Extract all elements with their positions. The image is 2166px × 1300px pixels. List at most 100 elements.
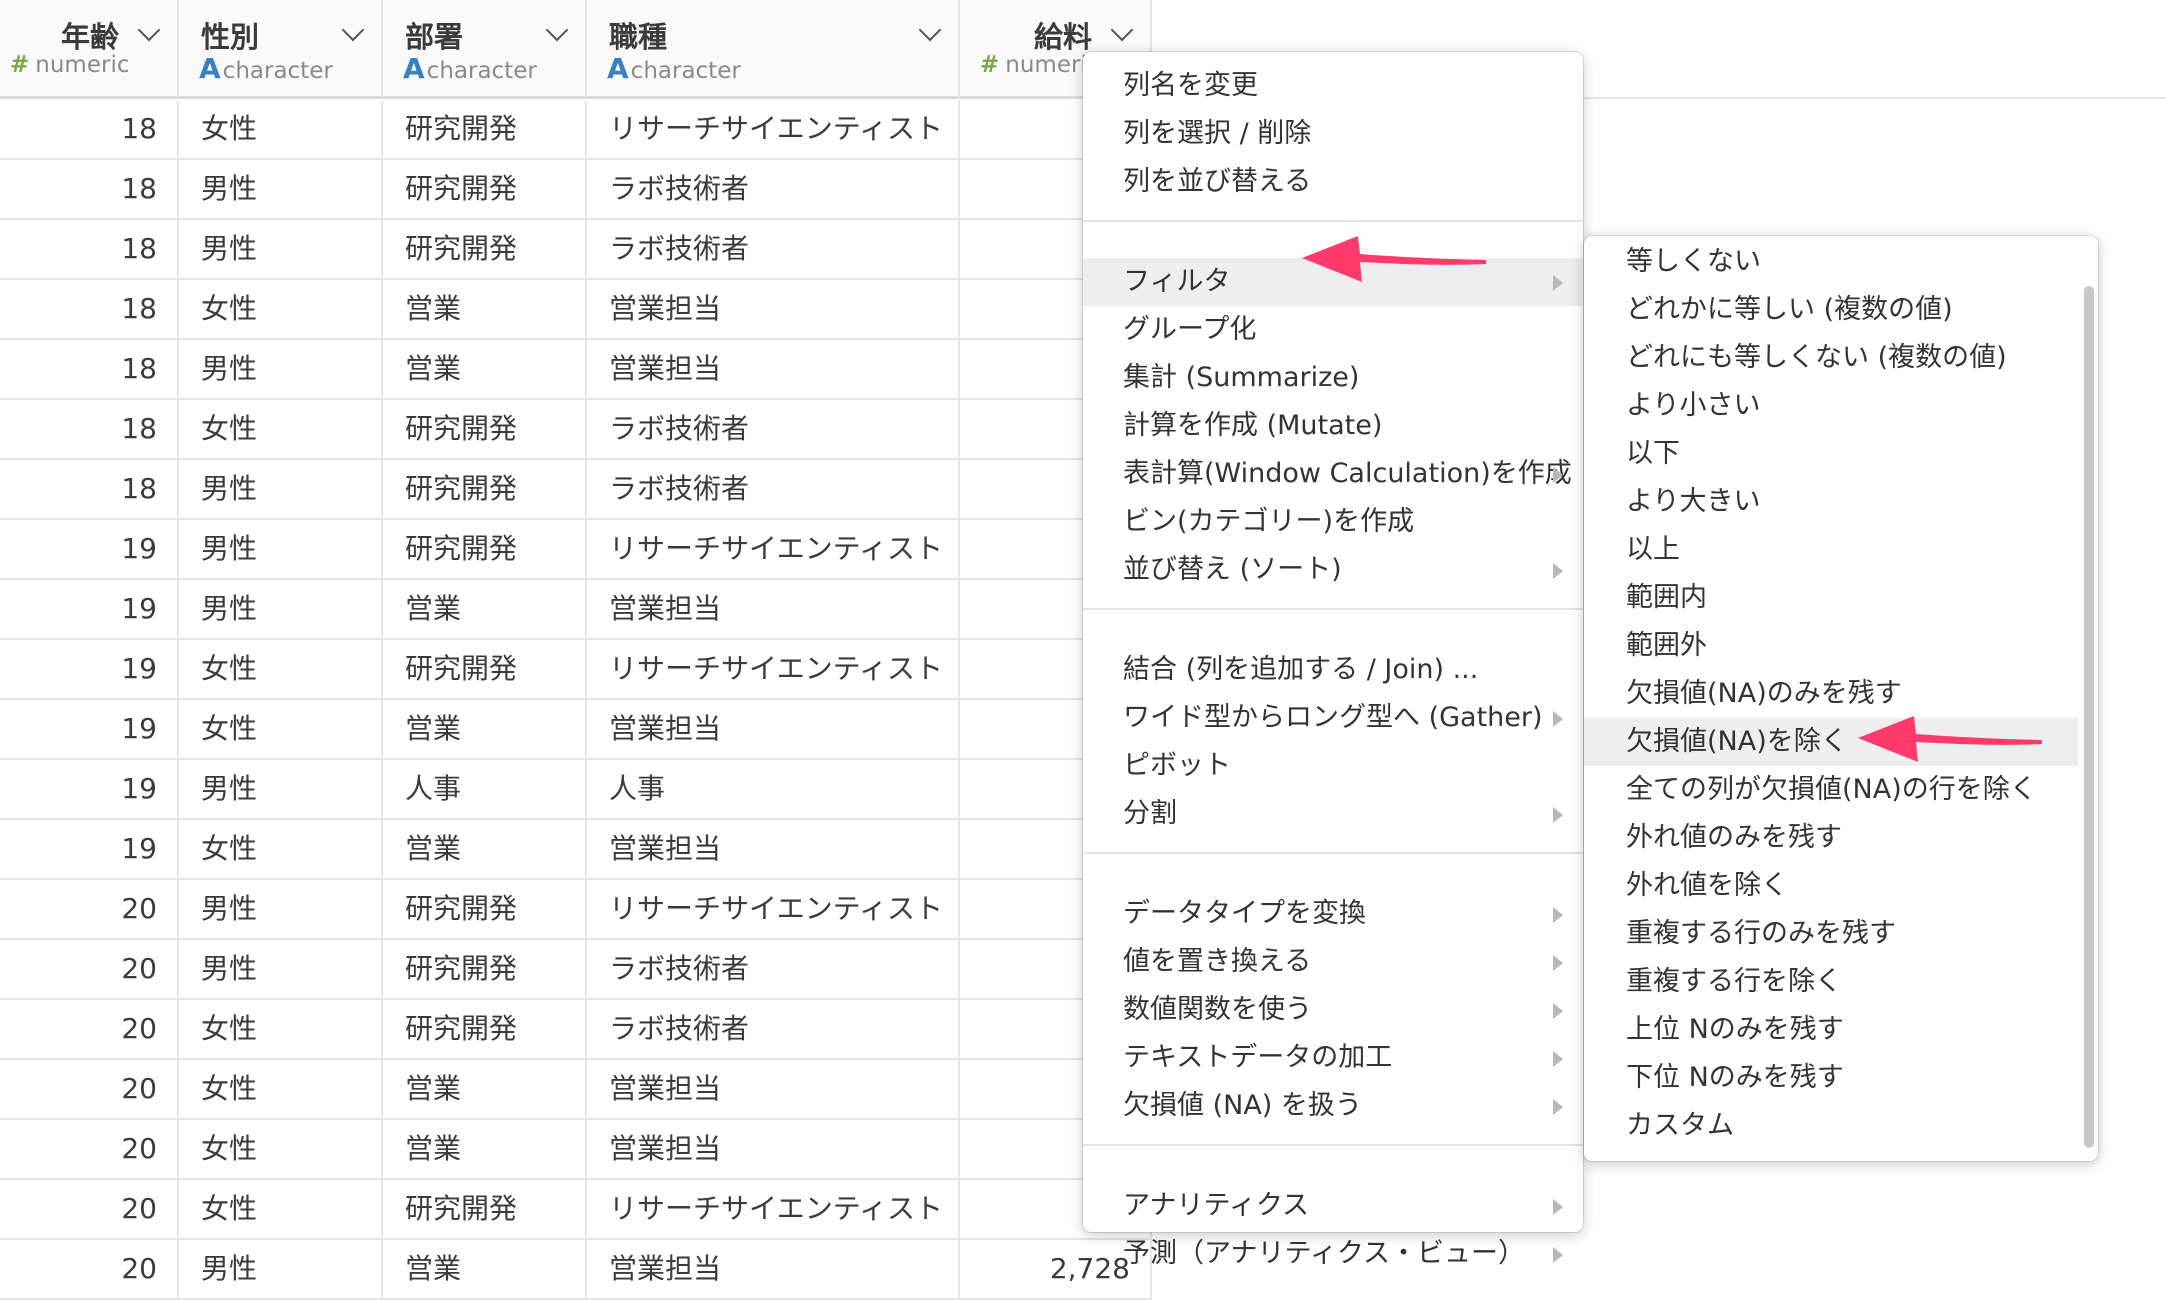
- submenu-item[interactable]: より小さい: [1584, 382, 2078, 430]
- table-cell-job: 営業担当: [587, 580, 960, 638]
- table-row[interactable]: 19男性営業営業担当2,: [0, 580, 1152, 640]
- table-row[interactable]: 20男性研究開発リサーチサイエンティスト1,: [0, 880, 1152, 940]
- submenu-item[interactable]: 全ての列が欠損値(NA)の行を除く: [1584, 766, 2078, 814]
- column-header[interactable]: 年齢 # numeric: [0, 0, 179, 99]
- menu-item[interactable]: 列を並び替える: [1083, 158, 1583, 206]
- submenu-arrow-icon: [1553, 1099, 1563, 1115]
- menu-item[interactable]: 計算を作成 (Mutate): [1083, 402, 1583, 450]
- table-row[interactable]: 18女性営業営業担当1,: [0, 280, 1152, 340]
- submenu-item[interactable]: 下位 Nのみを残す: [1584, 1054, 2078, 1102]
- table-cell-dept: 営業: [383, 1060, 587, 1118]
- column-header[interactable]: 部署 Acharacter: [383, 0, 587, 99]
- pointer-arrow-icon: [1858, 716, 2042, 762]
- submenu-item[interactable]: 欠損値(NA)のみを残す: [1584, 670, 2078, 718]
- submenu-item-label: カスタム: [1626, 1110, 1734, 1141]
- table-cell-sex: 男性: [179, 340, 383, 398]
- menu-item[interactable]: 値を置き換える: [1083, 938, 1583, 986]
- menu-item[interactable]: テキストデータの加工: [1083, 1034, 1583, 1082]
- submenu-item[interactable]: 上位 Nのみを残す: [1584, 1006, 2078, 1054]
- table-row[interactable]: 19男性研究開発リサーチサイエンティスト2,: [0, 520, 1152, 580]
- submenu-arrow-icon: [1553, 711, 1563, 727]
- table-row[interactable]: 18女性研究開発リサーチサイエンティスト1,: [0, 100, 1152, 160]
- submenu-item-label: 上位 Nのみを残す: [1626, 1014, 1844, 1045]
- submenu-item-label: より小さい: [1626, 390, 1761, 421]
- submenu-item-label: 欠損値(NA)を除く: [1626, 726, 1848, 757]
- submenu-item[interactable]: より大きい: [1584, 478, 2078, 526]
- chevron-down-icon[interactable]: [545, 18, 569, 42]
- submenu-item-label: どれにも等しくない (複数の値): [1626, 342, 2007, 373]
- submenu-scrollbar[interactable]: [2084, 286, 2094, 1148]
- submenu-item[interactable]: 外れ値を除く: [1584, 862, 2078, 910]
- menu-separator: [1083, 1144, 1583, 1146]
- submenu-item[interactable]: 重複する行を除く: [1584, 958, 2078, 1006]
- menu-item[interactable]: 列を選択 / 削除: [1083, 110, 1583, 158]
- menu-item[interactable]: 欠損値 (NA) を扱う: [1083, 1082, 1583, 1130]
- menu-item[interactable]: 表計算(Window Calculation)を作成: [1083, 450, 1583, 498]
- table-row[interactable]: 18男性研究開発ラボ技術者<: [0, 460, 1152, 520]
- table-row[interactable]: 18男性研究開発ラボ技術者1,: [0, 220, 1152, 280]
- menu-item[interactable]: 分割: [1083, 790, 1583, 838]
- table-cell-age: 18: [0, 160, 179, 218]
- table-cell-sex: 女性: [179, 820, 383, 878]
- table-row[interactable]: 20 男性 営業 営業担当 2,728: [0, 1240, 1152, 1300]
- menu-item[interactable]: 数値関数を使う: [1083, 986, 1583, 1034]
- table-row[interactable]: 19男性人事人事2,: [0, 760, 1152, 820]
- table-row[interactable]: 18女性研究開発ラボ技術者1,: [0, 400, 1152, 460]
- numeric-type-icon: #: [10, 52, 30, 78]
- table-cell-dept: 研究開発: [383, 460, 587, 518]
- menu-item[interactable]: 予測（アナリティクス・ビュー）: [1083, 1230, 1583, 1278]
- menu-item-label: グループ化: [1123, 314, 1257, 345]
- menu-item[interactable]: 列名を変更: [1083, 62, 1583, 110]
- menu-item[interactable]: データタイプを変換: [1083, 890, 1583, 938]
- table-row[interactable]: 19女性研究開発リサーチサイエンティスト1,: [0, 640, 1152, 700]
- table-cell-sex: 女性: [179, 100, 383, 158]
- table-cell-sex: 男性: [179, 580, 383, 638]
- chevron-down-icon[interactable]: [137, 18, 161, 42]
- menu-item[interactable]: グループ化: [1083, 306, 1583, 354]
- submenu-arrow-icon: [1553, 275, 1563, 291]
- chevron-down-icon[interactable]: [1110, 18, 1134, 42]
- table-row[interactable]: 20女性営業営業担当2,: [0, 1060, 1152, 1120]
- submenu-item[interactable]: どれかに等しい (複数の値): [1584, 286, 2078, 334]
- submenu-item[interactable]: どれにも等しくない (複数の値): [1584, 334, 2078, 382]
- menu-item[interactable]: 結合 (列を追加する / Join) ...: [1083, 646, 1583, 694]
- submenu-item[interactable]: カスタム: [1584, 1102, 2078, 1150]
- menu-item[interactable]: ワイド型からロング型へ (Gather): [1083, 694, 1583, 742]
- table-row[interactable]: 20男性研究開発ラボ技術者3,: [0, 940, 1152, 1000]
- submenu-item[interactable]: 範囲外: [1584, 622, 2078, 670]
- table-row[interactable]: 18男性研究開発ラボ技術者1,: [0, 160, 1152, 220]
- table-row[interactable]: 20女性営業営業担当2,: [0, 1120, 1152, 1180]
- submenu-item[interactable]: 以下: [1584, 430, 2078, 478]
- filter-submenu: 等しくない どれかに等しい (複数の値) どれにも等しくない (複数の値) より小さい…: [1584, 236, 2098, 1161]
- table-row[interactable]: 20女性研究開発ラボ技術者2,: [0, 1000, 1152, 1060]
- submenu-item[interactable]: 重複する行のみを残す: [1584, 910, 2078, 958]
- table-cell-sex: 男性: [179, 760, 383, 818]
- table-row[interactable]: 20女性研究開発リサーチサイエンティスト2,: [0, 1180, 1152, 1240]
- menu-item[interactable]: アナリティクス: [1083, 1182, 1583, 1230]
- table-row[interactable]: 19女性営業営業担当2,: [0, 700, 1152, 760]
- table-cell-age: 18: [0, 280, 179, 338]
- column-header[interactable]: 職種 Acharacter: [587, 0, 960, 99]
- submenu-item[interactable]: 外れ値のみを残す: [1584, 814, 2078, 862]
- menu-item[interactable]: ビン(カテゴリー)を作成: [1083, 498, 1583, 546]
- menu-item[interactable]: 並び替え (ソート): [1083, 546, 1583, 594]
- submenu-item[interactable]: 範囲内: [1584, 574, 2078, 622]
- table-cell-age: 20: [0, 1060, 179, 1118]
- column-type: Acharacter: [607, 52, 741, 85]
- table-row[interactable]: 18男性営業営業担当1,: [0, 340, 1152, 400]
- table-cell-job: リサーチサイエンティスト: [587, 1180, 960, 1238]
- menu-item[interactable]: ピボット: [1083, 742, 1583, 790]
- table-row[interactable]: 19女性営業営業担当<: [0, 820, 1152, 880]
- submenu-item[interactable]: 等しくない: [1584, 238, 2078, 286]
- menu-item[interactable]: 集計 (Summarize): [1083, 354, 1583, 402]
- menu-item-label: データタイプを変換: [1123, 898, 1366, 929]
- table-cell-sex: 女性: [179, 700, 383, 758]
- table-cell-dept: 研究開発: [383, 100, 587, 158]
- table-cell-dept: 研究開発: [383, 880, 587, 938]
- submenu-item-label: 全ての列が欠損値(NA)の行を除く: [1626, 774, 2037, 805]
- column-header[interactable]: 性別 Acharacter: [179, 0, 383, 99]
- table-cell-age: 18: [0, 460, 179, 518]
- submenu-item[interactable]: 以上: [1584, 526, 2078, 574]
- chevron-down-icon[interactable]: [341, 18, 365, 42]
- chevron-down-icon[interactable]: [918, 18, 942, 42]
